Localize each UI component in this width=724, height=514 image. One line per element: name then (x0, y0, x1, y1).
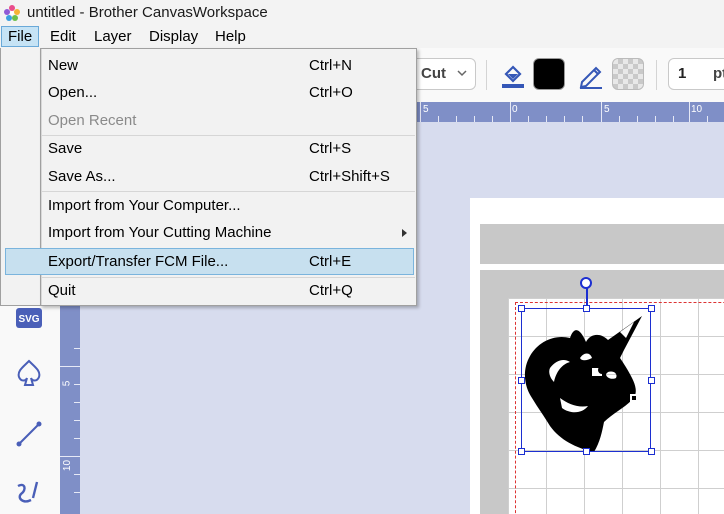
menu-item-label: Save (48, 140, 83, 157)
ruler-tick (74, 384, 80, 385)
ruler-label: 5 (61, 380, 73, 387)
ruler-tick (492, 116, 493, 122)
ruler-label: 0 (512, 104, 518, 115)
menu-item-import-cutting-machine[interactable]: Import from Your Cutting Machine (42, 219, 415, 246)
ruler-label: 10 (691, 104, 703, 115)
ruler-tick (60, 456, 80, 457)
resize-handle-right[interactable] (648, 377, 655, 384)
stroke-color-swatch[interactable] (612, 58, 644, 90)
svg-import-icon[interactable]: SVG (13, 302, 45, 334)
menu-item-label: Quit (48, 282, 76, 299)
ruler-tick (474, 116, 475, 122)
mat-header (480, 224, 724, 264)
ruler-tick (74, 438, 80, 439)
menu-item-shortcut: Ctrl+Q (309, 282, 353, 299)
rotation-handle[interactable] (580, 277, 592, 289)
ruler-tick (546, 116, 547, 122)
menu-display[interactable]: Display (143, 26, 204, 47)
ruler-tick (74, 474, 80, 475)
ruler-tick (637, 116, 638, 122)
resize-handle-top[interactable] (583, 305, 590, 312)
menu-item-shortcut: Ctrl+S (309, 140, 352, 157)
selection-box (521, 308, 651, 452)
submenu-arrow-icon (402, 229, 407, 237)
svg-label: SVG (18, 314, 39, 325)
resize-handle-left[interactable] (518, 377, 525, 384)
menu-item-label: Open Recent (48, 112, 137, 129)
resize-handle-bottom-left[interactable] (518, 448, 525, 455)
menu-item-shortcut: Ctrl+N (309, 57, 352, 74)
window-title: untitled - Brother CanvasWorkspace (27, 4, 268, 21)
menu-help[interactable]: Help (209, 26, 252, 47)
menu-bar: File Edit Layer Display Help (0, 26, 724, 48)
file-menu-dropdown: New Ctrl+N Open... Ctrl+O Open Recent Sa… (5, 48, 417, 306)
menu-item-label: Open... (48, 84, 98, 101)
menu-item-label: Import from Your Cutting Machine (48, 224, 272, 241)
menu-item-import-computer[interactable]: Import from Your Computer... (42, 192, 415, 219)
toolbar-separator (656, 60, 657, 90)
ruler-label: 5 (423, 104, 429, 115)
menu-item-shortcut: Ctrl+O (309, 84, 353, 101)
title-bar: untitled - Brother CanvasWorkspace (0, 0, 724, 26)
ruler-tick (74, 492, 80, 493)
ruler-tick (673, 116, 674, 122)
freehand-tool-icon[interactable] (13, 476, 45, 508)
ruler-tick (582, 116, 583, 122)
line-tool-icon[interactable] (13, 418, 45, 450)
ruler-tick (655, 116, 656, 122)
ruler-label: 5 (604, 104, 610, 115)
ruler-tick (689, 102, 690, 122)
menu-item-open[interactable]: Open... Ctrl+O (42, 79, 415, 106)
menu-item-shortcut: Ctrl+E (309, 253, 352, 270)
toolbar-separator (486, 60, 487, 90)
menu-layer[interactable]: Layer (88, 26, 138, 47)
resize-handle-bottom[interactable] (583, 448, 590, 455)
ruler-tick (601, 102, 602, 122)
resize-handle-top-left[interactable] (518, 305, 525, 312)
ruler-tick (60, 366, 80, 367)
ruler-tick (564, 116, 565, 122)
menu-item-label: New (48, 57, 79, 74)
fill-bucket-icon[interactable] (498, 60, 528, 90)
resize-handle-top-right[interactable] (648, 305, 655, 312)
ruler-tick (438, 116, 439, 122)
stroke-width-input[interactable]: 1 pt (668, 58, 724, 90)
ruler-tick (619, 116, 620, 122)
menu-item-export-fcm[interactable]: Export/Transfer FCM File... Ctrl+E (5, 248, 414, 275)
resize-handle-bottom-right[interactable] (648, 448, 655, 455)
ruler-tick (707, 116, 708, 122)
ruler-tick (456, 116, 457, 122)
menu-item-save[interactable]: Save Ctrl+S (42, 135, 415, 162)
menu-item-label: Save As... (48, 168, 116, 185)
stroke-width-unit: pt (713, 65, 724, 82)
menu-edit[interactable]: Edit (44, 26, 82, 47)
ruler-tick (74, 420, 80, 421)
ruler-label: 10 (62, 459, 74, 472)
stroke-pen-icon[interactable] (576, 60, 606, 90)
chevron-down-icon (457, 70, 467, 77)
ruler-tick (420, 102, 421, 122)
menu-file[interactable]: File (1, 26, 40, 47)
ruler-tick (528, 116, 529, 122)
mode-select[interactable]: Cut (410, 58, 476, 90)
ruler-tick (510, 102, 511, 122)
app-logo-icon (4, 5, 20, 21)
mode-select-value: Cut (421, 65, 446, 82)
menu-item-label: Export/Transfer FCM File... (48, 253, 229, 270)
menu-item-shortcut: Ctrl+Shift+S (309, 168, 390, 185)
ruler-tick (74, 348, 80, 349)
menu-item-save-as[interactable]: Save As... Ctrl+Shift+S (42, 163, 415, 190)
menu-item-open-recent: Open Recent (42, 107, 415, 134)
menu-item-new[interactable]: New Ctrl+N (42, 52, 415, 79)
menu-item-quit[interactable]: Quit Ctrl+Q (42, 277, 415, 304)
menu-item-label: Import from Your Computer... (48, 197, 241, 214)
fill-color-swatch[interactable] (533, 58, 565, 90)
ruler-tick (74, 402, 80, 403)
shapes-icon[interactable] (13, 357, 45, 389)
stroke-width-value: 1 (678, 65, 687, 82)
